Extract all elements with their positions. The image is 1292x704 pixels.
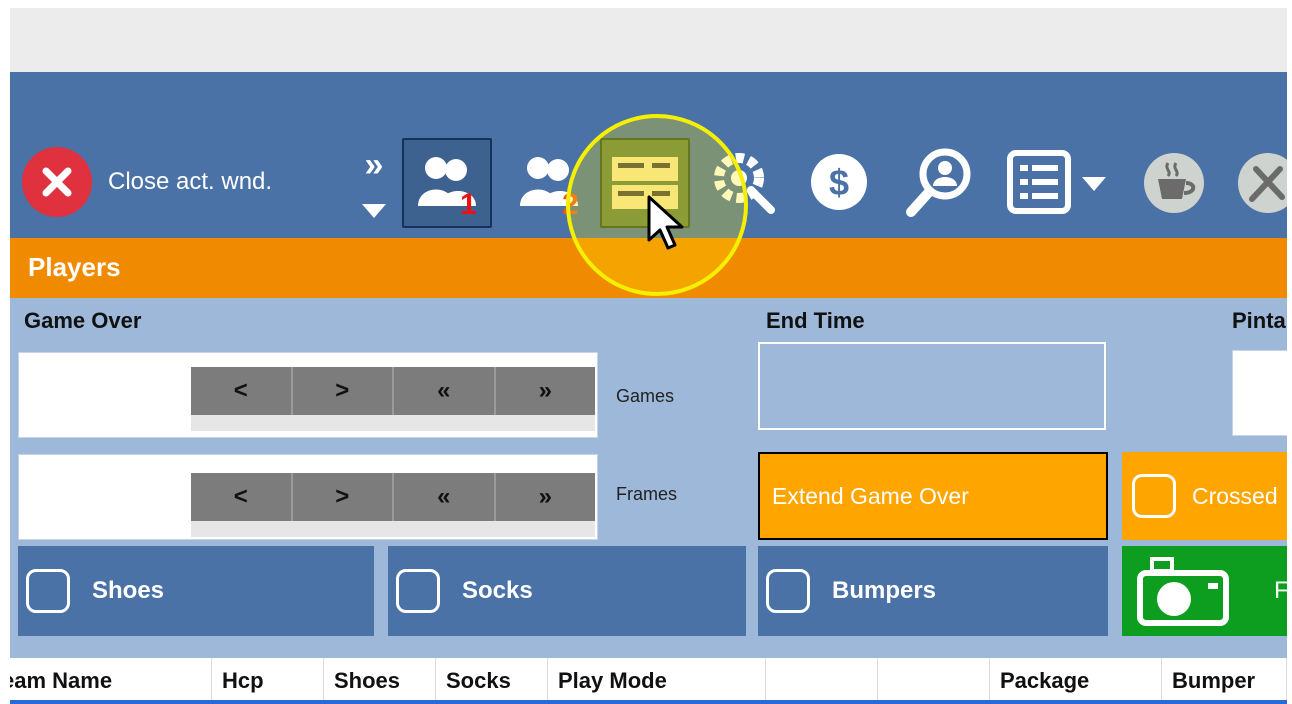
extend-game-over-button[interactable]: Extend Game Over <box>758 452 1108 540</box>
photo-label: F <box>1274 577 1287 604</box>
games-first-button[interactable]: « <box>394 367 496 415</box>
col-team-name[interactable]: eam Name <box>10 658 212 704</box>
pint-field[interactable] <box>1232 350 1287 436</box>
tools-button[interactable] <box>1232 144 1287 222</box>
frames-last-button[interactable]: » <box>496 473 596 521</box>
frames-value-field[interactable]: < > « » <box>18 454 598 540</box>
shoes-toggle[interactable]: Shoes <box>18 546 374 636</box>
games-last-button[interactable]: » <box>496 367 596 415</box>
end-time-field[interactable] <box>758 342 1106 430</box>
settings-button[interactable] <box>708 142 778 222</box>
dollar-icon: $ <box>811 154 867 210</box>
frames-nav-track <box>191 521 595 537</box>
games-value-field[interactable]: < > « » <box>18 352 598 438</box>
col-blank-1[interactable] <box>766 658 878 704</box>
col-hcp[interactable]: Hcp <box>212 658 324 704</box>
socks-label: Socks <box>462 577 533 604</box>
players1-icon: 1 <box>418 157 477 218</box>
app-window: Close act. wnd. » 1 2 $ Players Game Ove… <box>10 8 1287 704</box>
games-nav-track <box>191 415 595 431</box>
close-active-window-label: Close act. wnd. <box>108 168 273 195</box>
col-bumper[interactable]: Bumper <box>1162 658 1287 704</box>
photo-button[interactable]: F <box>1122 546 1287 636</box>
games-prev-button[interactable]: < <box>191 367 293 415</box>
frames-prev-button[interactable]: < <box>191 473 293 521</box>
col-socks[interactable]: Socks <box>436 658 548 704</box>
double-chevron-icon: » <box>364 146 384 184</box>
svg-text:$: $ <box>829 162 849 203</box>
camera-icon <box>1137 557 1229 626</box>
coffee-icon <box>1144 153 1204 213</box>
games-next-button[interactable]: > <box>293 367 394 415</box>
shoes-label: Shoes <box>92 577 165 604</box>
svg-text:2: 2 <box>562 188 579 218</box>
player-list-2-button[interactable]: 2 <box>504 138 594 228</box>
tools-icon <box>1238 153 1287 213</box>
bumpers-label: Bumpers <box>832 577 937 604</box>
extend-game-over-label: Extend Game Over <box>772 482 969 509</box>
socks-toggle[interactable]: Socks <box>388 546 746 636</box>
shoes-checkbox[interactable] <box>26 569 70 613</box>
payment-button[interactable]: $ <box>804 142 874 222</box>
crossed-checkbox[interactable] <box>1132 474 1176 518</box>
dropdown-triangle-icon <box>362 204 386 218</box>
title-bar <box>10 72 1287 130</box>
col-shoes[interactable]: Shoes <box>324 658 436 704</box>
players-table-header: eam Name Hcp Shoes Socks Play Mode Packa… <box>10 658 1287 704</box>
col-blank-2[interactable] <box>878 658 990 704</box>
svg-text:1: 1 <box>460 188 477 218</box>
close-icon <box>22 147 92 217</box>
frames-first-button[interactable]: « <box>394 473 496 521</box>
search-customer-button[interactable] <box>898 142 980 222</box>
player-list-1-button[interactable]: 1 <box>402 138 492 228</box>
list-icon <box>1007 150 1106 214</box>
end-time-label: End Time <box>766 308 865 333</box>
game-over-label: Game Over <box>24 308 142 333</box>
col-package[interactable]: Package <box>990 658 1162 704</box>
bumpers-toggle[interactable]: Bumpers <box>758 546 1108 636</box>
mouse-cursor-icon <box>647 195 684 250</box>
section-title: Players <box>28 252 121 282</box>
players2-icon: 2 <box>520 157 579 218</box>
pint-label: Pinta <box>1232 308 1286 333</box>
close-active-window-button[interactable]: Close act. wnd. <box>22 144 300 220</box>
socks-checkbox[interactable] <box>396 569 440 613</box>
frames-nav: < > « » <box>191 473 595 521</box>
break-button[interactable] <box>1138 144 1210 222</box>
frames-label: Frames <box>616 484 678 504</box>
crossed-toggle[interactable]: Crossed <box>1122 452 1287 540</box>
frames-next-button[interactable]: > <box>293 473 394 521</box>
crossed-label: Crossed <box>1192 482 1278 509</box>
player-settings-panel: Game Over End Time Pinta < > « » Games <… <box>10 298 1287 658</box>
search-person-icon <box>906 148 971 217</box>
settings-icon <box>714 153 775 214</box>
games-nav: < > « » <box>191 367 595 415</box>
list-menu-button[interactable] <box>1004 142 1114 222</box>
toolbar-overflow-button[interactable]: » <box>354 140 394 230</box>
bumpers-checkbox[interactable] <box>766 569 810 613</box>
table-selection-line <box>10 700 1287 704</box>
games-label: Games <box>616 386 675 406</box>
col-play-mode[interactable]: Play Mode <box>548 658 766 704</box>
